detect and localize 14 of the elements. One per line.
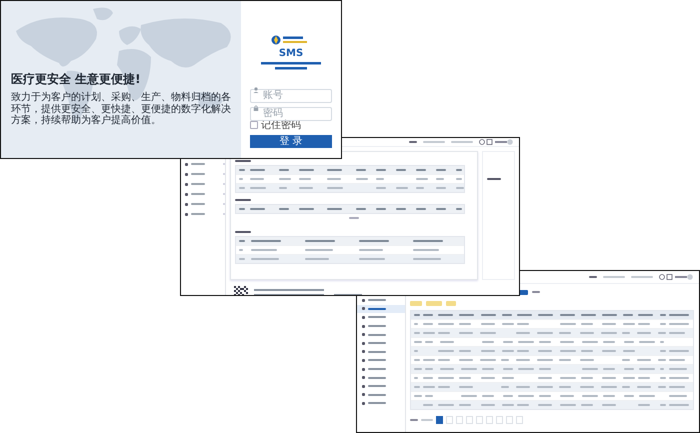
menu-item[interactable] bbox=[357, 304, 405, 314]
remember-checkbox[interactable] bbox=[250, 121, 258, 129]
toolbar-icons-drawing bbox=[659, 273, 693, 281]
input-field[interactable]: 密码 bbox=[250, 106, 332, 120]
user-icon bbox=[253, 87, 259, 93]
description: 致力于为客户的计划、采购、生产、物料归档的各环节，提供更安全、更快捷、更便捷的数字化解决方案，持续帮助为客户提高价值。 bbox=[11, 92, 232, 126]
input-field[interactable]: 账号 bbox=[250, 88, 332, 102]
brand-name: SMS bbox=[278, 48, 304, 59]
tag-row-drawing bbox=[410, 299, 456, 307]
toolbar-icons-drawing bbox=[479, 138, 513, 146]
lock-icon bbox=[253, 105, 259, 111]
subtitle-drawing bbox=[261, 62, 321, 71]
login-button[interactable]: 登 录 bbox=[250, 135, 332, 148]
headline: 医疗更安全 生意更便捷! bbox=[11, 71, 142, 88]
